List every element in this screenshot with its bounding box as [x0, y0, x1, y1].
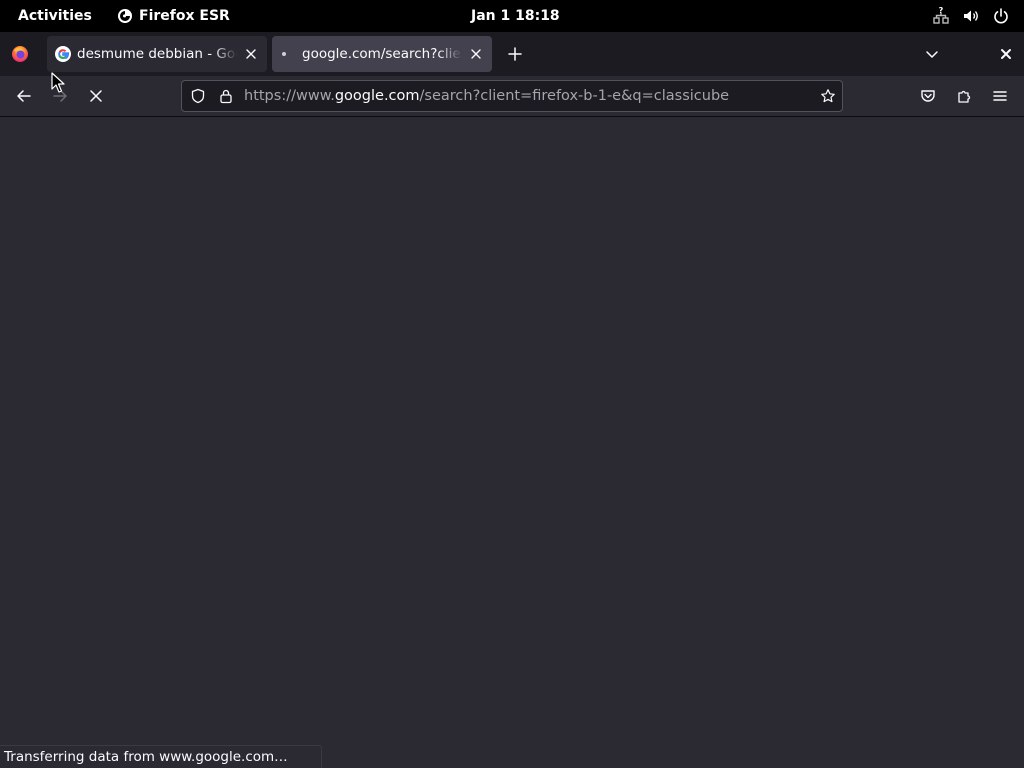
url-host: google.com: [334, 88, 420, 104]
system-top-bar: Activities Firefox ESR Jan 1 18:18 ?: [0, 0, 1024, 32]
status-panel: Transferring data from www.google.com…: [0, 745, 322, 768]
network-icon[interactable]: ?: [932, 7, 950, 25]
tab-title: desmume debbian - Google Search: [77, 36, 237, 72]
back-arrow-icon[interactable]: [14, 86, 34, 106]
firefox-app-icon: [118, 9, 132, 23]
app-name: Firefox ESR: [139, 8, 230, 24]
close-window-icon[interactable]: [996, 44, 1016, 64]
close-tab-icon[interactable]: [243, 46, 259, 62]
clock[interactable]: Jan 1 18:18: [471, 0, 560, 32]
power-icon[interactable]: [992, 7, 1010, 25]
url-path: /search?client=firefox-b-1-e&q=classicub…: [419, 88, 730, 104]
hamburger-menu-icon[interactable]: [990, 86, 1010, 106]
url-scheme: https://www.: [244, 88, 335, 104]
lock-icon[interactable]: [218, 88, 234, 104]
tracking-protection-shield-icon[interactable]: [190, 88, 206, 104]
close-tab-icon[interactable]: [468, 46, 484, 62]
system-tray[interactable]: ?: [932, 0, 1010, 32]
bookmark-star-icon[interactable]: [820, 88, 836, 104]
stop-loading-icon[interactable]: [86, 86, 106, 106]
navigation-toolbar: https://www.google.com/search?client=fir…: [0, 76, 1024, 117]
firefox-view-icon[interactable]: [11, 45, 29, 63]
tab-classicube-search[interactable]: google.com/search?client=firefox-b-1-e&q…: [272, 36, 492, 72]
extensions-puzzle-icon[interactable]: [954, 86, 974, 106]
page-content-area[interactable]: [0, 117, 1024, 768]
svg-text:?: ?: [939, 7, 944, 15]
mouse-pointer-icon: [51, 72, 65, 93]
google-g-icon: [55, 46, 71, 62]
pocket-icon[interactable]: [918, 86, 938, 106]
loading-dot-icon: [282, 52, 286, 56]
tab-title: google.com/search?client=firefox-b-1-e&q…: [302, 36, 462, 72]
app-menu[interactable]: Firefox ESR: [117, 0, 230, 32]
chevron-down-icon[interactable]: [922, 44, 942, 64]
tab-strip: desmume debbian - Google Search google.c…: [0, 32, 1024, 76]
volume-icon[interactable]: [962, 7, 980, 25]
new-tab-icon[interactable]: [505, 44, 525, 64]
tab-title-fade: [213, 36, 237, 72]
tab-title-fade: [438, 36, 462, 72]
activities-button[interactable]: Activities: [18, 0, 92, 32]
tab-desmume-search[interactable]: desmume debbian - Google Search: [47, 36, 267, 72]
address-bar[interactable]: https://www.google.com/search?client=fir…: [181, 80, 843, 112]
url-text[interactable]: https://www.google.com/search?client=fir…: [244, 81, 729, 111]
